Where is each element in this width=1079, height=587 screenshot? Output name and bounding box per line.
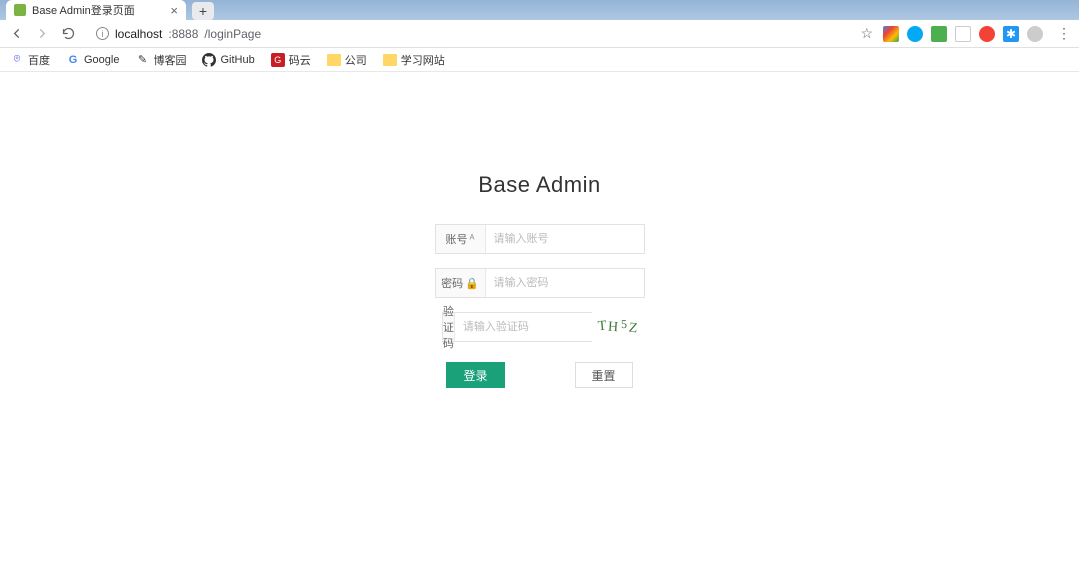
cnblogs-icon: ✎ (135, 53, 149, 67)
site-info-icon[interactable]: i (96, 27, 109, 40)
url-path: /loginPage (204, 27, 261, 41)
bookmark-cnblogs[interactable]: ✎ 博客园 (135, 52, 186, 68)
bookmark-google[interactable]: G Google (66, 53, 119, 67)
tab-title: Base Admin登录页面 (32, 2, 135, 18)
github-icon (202, 53, 216, 67)
extension-icons: ✱ (883, 26, 1047, 42)
button-row: 登录 重置 (446, 362, 632, 388)
url-host: localhost (115, 27, 162, 41)
account-input[interactable] (486, 225, 644, 253)
google-icon: G (66, 53, 80, 67)
address-bar[interactable]: i localhost :8888/loginPage (86, 22, 850, 46)
account-field: 账号ᴬ (435, 224, 645, 254)
user-icon: ᴬ (470, 233, 475, 245)
extension-icon[interactable] (955, 26, 971, 42)
password-field: 密码🔒 (435, 268, 645, 298)
bookmark-star-icon[interactable]: ☆ (860, 25, 873, 42)
captcha-row: 验证码 TH5Z (442, 312, 637, 342)
extension-icon[interactable] (979, 26, 995, 42)
captcha-field: 验证码 (442, 312, 592, 342)
back-button[interactable] (8, 26, 24, 42)
login-page: Base Admin 账号ᴬ 密码🔒 验证码 TH5Z 登录 (0, 72, 1079, 388)
bookmark-label: 码云 (289, 52, 311, 68)
reset-button[interactable]: 重置 (575, 362, 633, 388)
browser-tab[interactable]: Base Admin登录页面 × (6, 0, 186, 20)
password-label: 密码🔒 (436, 269, 486, 297)
captcha-image[interactable]: TH5Z (598, 319, 637, 335)
extension-icon[interactable] (931, 26, 947, 42)
baidu-icon: ⌾ (10, 53, 24, 67)
reload-button[interactable] (60, 26, 76, 42)
browser-chrome: Base Admin登录页面 × + i localhost :8888/logi… (0, 0, 1079, 72)
lock-icon: 🔒 (465, 277, 479, 290)
account-row: 账号ᴬ (435, 224, 645, 254)
bookmark-label: 百度 (28, 52, 50, 68)
browser-menu-icon[interactable]: ⋮ (1057, 25, 1071, 42)
bookmark-gitee[interactable]: G 码云 (271, 52, 311, 68)
extension-icon[interactable] (907, 26, 923, 42)
bookmark-label: 公司 (345, 52, 367, 68)
captcha-label: 验证码 (443, 313, 455, 341)
tab-bar: Base Admin登录页面 × + (0, 0, 1079, 20)
nav-bar: i localhost :8888/loginPage ☆ ✱ ⋮ (0, 20, 1079, 48)
bookmark-company[interactable]: 公司 (327, 52, 367, 68)
tab-favicon-icon (14, 4, 26, 16)
extension-icon[interactable]: ✱ (1003, 26, 1019, 42)
bookmark-label: 博客园 (153, 52, 186, 68)
page-title: Base Admin (478, 172, 600, 198)
url-port: :8888 (168, 27, 198, 41)
bookmark-label: GitHub (220, 54, 254, 66)
bookmark-label: Google (84, 54, 119, 66)
close-tab-icon[interactable]: × (170, 3, 178, 18)
folder-icon (383, 54, 397, 66)
bookmark-label: 学习网站 (401, 52, 445, 68)
captcha-input[interactable] (455, 313, 613, 341)
login-form: 账号ᴬ 密码🔒 验证码 TH5Z 登录 重置 (435, 224, 645, 388)
new-tab-button[interactable]: + (192, 2, 214, 20)
account-label: 账号ᴬ (436, 225, 486, 253)
login-button[interactable]: 登录 (446, 362, 504, 388)
bookmark-baidu[interactable]: ⌾ 百度 (10, 52, 50, 68)
profile-avatar-icon[interactable] (1027, 26, 1043, 42)
forward-button[interactable] (34, 26, 50, 42)
gitee-icon: G (271, 53, 285, 67)
extension-icon[interactable] (883, 26, 899, 42)
password-row: 密码🔒 (435, 268, 645, 298)
bookmark-study[interactable]: 学习网站 (383, 52, 445, 68)
folder-icon (327, 54, 341, 66)
bookmark-github[interactable]: GitHub (202, 53, 254, 67)
bookmarks-bar: ⌾ 百度 G Google ✎ 博客园 GitHub G 码云 公司 学习网站 (0, 48, 1079, 72)
password-input[interactable] (486, 269, 644, 297)
